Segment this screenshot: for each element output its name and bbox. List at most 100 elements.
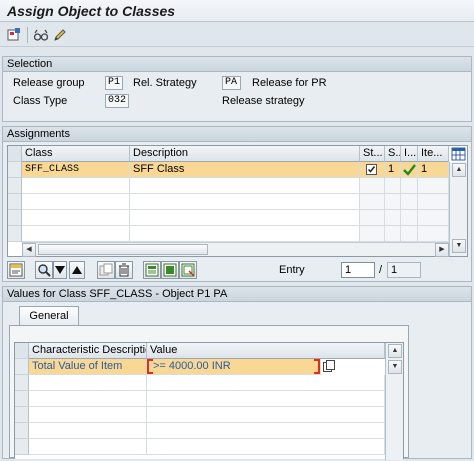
- row-selector[interactable]: [15, 375, 29, 391]
- cell-class[interactable]: SFF_CLASS: [22, 162, 130, 178]
- deselect-all-button[interactable]: [179, 261, 197, 279]
- row-selector[interactable]: [15, 439, 29, 455]
- empty-cell[interactable]: [22, 194, 130, 210]
- value-text: >= 4000.00 INR: [153, 360, 231, 372]
- cell-item: 1: [418, 162, 449, 178]
- rel-strategy-description: Release for PR: [252, 77, 327, 89]
- find-next-button[interactable]: [53, 261, 67, 279]
- required-marker-right: [314, 359, 320, 374]
- cell-value[interactable]: >= 4000.00 INR: [147, 359, 321, 375]
- empty-cell[interactable]: [147, 391, 385, 407]
- col-header-class[interactable]: Class: [22, 146, 130, 162]
- assignments-table: Class Description St... S... I... Ite...…: [7, 145, 468, 257]
- scroll-up-icon[interactable]: ▲: [388, 344, 402, 358]
- horizontal-scroll-thumb[interactable]: [38, 244, 208, 255]
- empty-cell: [401, 178, 418, 194]
- vertical-scrollbar[interactable]: ▲ ▼: [385, 343, 403, 460]
- glasses-icon[interactable]: [33, 27, 49, 43]
- row-selector[interactable]: [8, 194, 22, 210]
- selection-group: Selection Release group P1 Rel. Strategy…: [2, 56, 472, 122]
- select-block-icon: [145, 263, 159, 277]
- copy-icon: [99, 263, 113, 276]
- row-selector[interactable]: [8, 226, 22, 242]
- scroll-down-icon[interactable]: ▼: [452, 239, 466, 253]
- col-header-status[interactable]: St...: [360, 146, 385, 162]
- cell-description: SFF Class: [130, 162, 360, 178]
- empty-cell: [401, 194, 418, 210]
- horizontal-scrollbar[interactable]: ◀ ▶: [22, 242, 449, 257]
- empty-cell: [360, 210, 385, 226]
- find-button[interactable]: [35, 261, 53, 279]
- empty-cell[interactable]: [29, 391, 147, 407]
- row-selector[interactable]: [15, 407, 29, 423]
- empty-cell[interactable]: [29, 407, 147, 423]
- scroll-left-icon[interactable]: ◀: [22, 243, 36, 257]
- rel-strategy-label: Rel. Strategy: [133, 77, 197, 89]
- select-all-corner[interactable]: [15, 343, 29, 359]
- tab-general[interactable]: General: [19, 306, 79, 325]
- class-type-label: Class Type: [13, 95, 68, 107]
- col-header-description[interactable]: Description: [130, 146, 360, 162]
- empty-cell: [130, 226, 360, 242]
- deselect-all-icon: [181, 263, 195, 277]
- scroll-right-icon[interactable]: ▶: [435, 243, 449, 257]
- pencil-icon[interactable]: [52, 27, 68, 43]
- empty-cell[interactable]: [29, 423, 147, 439]
- copy-row-button[interactable]: [97, 261, 115, 279]
- empty-cell[interactable]: [22, 178, 130, 194]
- select-all-icon: [163, 263, 177, 277]
- class-type-field: 032: [105, 94, 129, 108]
- checkbox-checked-icon[interactable]: [366, 164, 377, 175]
- row-selector[interactable]: [15, 359, 29, 375]
- empty-cell[interactable]: [29, 439, 147, 455]
- vertical-scrollbar[interactable]: ▲ ▼: [449, 162, 467, 256]
- col-header-i[interactable]: I...: [401, 146, 418, 162]
- release-group-label: Release group: [13, 77, 85, 89]
- select-block-button[interactable]: [143, 261, 161, 279]
- select-all-button[interactable]: [161, 261, 179, 279]
- col-header-characteristic[interactable]: Characteristic Description: [29, 343, 147, 359]
- entry-input[interactable]: 1: [341, 262, 375, 278]
- col-header-value[interactable]: Value: [147, 343, 385, 359]
- value-help-button[interactable]: [323, 360, 335, 373]
- empty-cell: [401, 210, 418, 226]
- save-layout-icon[interactable]: [6, 27, 22, 43]
- details-button[interactable]: [7, 261, 25, 279]
- empty-cell[interactable]: [147, 423, 385, 439]
- values-table: Characteristic Description Value Total V…: [14, 342, 404, 460]
- empty-cell: [418, 178, 449, 194]
- empty-cell[interactable]: [22, 210, 130, 226]
- empty-cell[interactable]: [29, 375, 147, 391]
- scroll-up-icon[interactable]: ▲: [452, 163, 466, 177]
- row-selector[interactable]: [15, 423, 29, 439]
- cell-characteristic[interactable]: Total Value of Item: [29, 359, 147, 375]
- entry-total: 1: [387, 262, 421, 278]
- col-header-s[interactable]: S...: [385, 146, 401, 162]
- table-settings-icon[interactable]: [451, 147, 466, 161]
- empty-cell[interactable]: [147, 375, 385, 391]
- empty-cell: [418, 194, 449, 210]
- empty-cell: [418, 226, 449, 242]
- rel-strategy-field: PA: [222, 76, 241, 90]
- row-selector[interactable]: [8, 210, 22, 226]
- empty-cell[interactable]: [22, 226, 130, 242]
- empty-cell: [130, 178, 360, 194]
- row-selector[interactable]: [8, 162, 22, 178]
- delete-row-button[interactable]: [115, 261, 133, 279]
- empty-cell[interactable]: [147, 439, 385, 455]
- scroll-down-icon[interactable]: ▼: [388, 360, 402, 374]
- cell-status[interactable]: [360, 162, 385, 178]
- entry-separator: /: [379, 264, 383, 276]
- select-all-corner[interactable]: [8, 146, 22, 162]
- col-header-item[interactable]: Ite...: [418, 146, 449, 162]
- sort-ascending-button[interactable]: [69, 261, 85, 279]
- values-group: Values for Class SFF_CLASS - Object P1 P…: [2, 286, 472, 460]
- details-icon: [9, 263, 23, 277]
- row-selector[interactable]: [8, 178, 22, 194]
- empty-cell: [385, 178, 401, 194]
- empty-cell[interactable]: [147, 407, 385, 423]
- empty-cell: [360, 178, 385, 194]
- assignments-group: Assignments Class Description St... S...…: [2, 126, 472, 282]
- row-selector[interactable]: [15, 391, 29, 407]
- page-title: Assign Object to Classes: [7, 3, 176, 19]
